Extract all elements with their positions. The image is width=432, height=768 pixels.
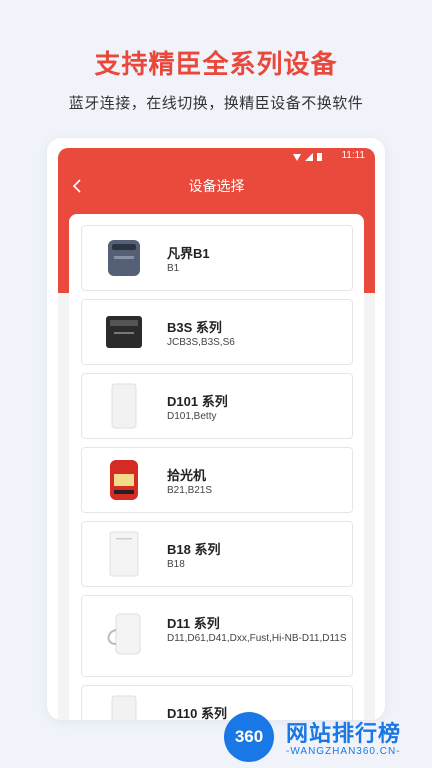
device-models: D101,Betty [167,411,217,422]
device-name: 拾光机 [167,468,207,483]
promo-subline: 蓝牙连接，在线切换，换精臣设备不换软件 [68,95,364,112]
device-item-b3s[interactable]: B3S 系列 JCB3S,B3S,S6 [81,299,353,365]
device-models: D11,D61,D41,Dxx,Fust,Hi-NB-D11,D11S [167,633,347,644]
device-item-b18[interactable]: B18 系列 B18 [81,521,353,587]
printer-thumbnail [107,613,141,655]
battery-icon [317,153,322,161]
device-name: D11 系列 [167,616,220,631]
device-name: B3S 系列 [167,320,222,335]
watermark-url: -WANGZHAN360.CN- [286,746,401,757]
device-models: B1 [167,263,180,274]
printer-thumbnail [111,695,137,720]
watermark-logo: 360 网站排行榜 -WANGZHAN360.CN- [222,704,432,766]
title-bar: 设备选择 [58,166,375,206]
device-name: D101 系列 [167,394,228,409]
app-screen: 11:11 设备选择 凡界B1 B1 B3S 系列 JCB3S,B3S,S6 D… [58,148,375,720]
device-models: B21,B21S [167,485,213,496]
device-item-d101[interactable]: D101 系列 D101,Betty [81,373,353,439]
printer-thumbnail [106,316,142,348]
status-time: 11:11 [341,150,365,161]
signal-icon [305,153,313,161]
device-list: 凡界B1 B1 B3S 系列 JCB3S,B3S,S6 D101 系列 D101… [69,214,364,720]
device-models: JCB3S,B3S,S6 [167,337,235,348]
device-item-b1[interactable]: 凡界B1 B1 [81,225,353,291]
device-item-shiguangji[interactable]: 拾光机 B21,B21S [81,447,353,513]
printer-thumbnail [110,460,138,500]
printer-thumbnail [108,240,140,276]
device-name: D110 系列 [167,706,227,720]
device-item-d11[interactable]: D11 系列 D11,D61,D41,Dxx,Fust,Hi-NB-D11,D1… [81,595,353,677]
printer-thumbnail [111,383,137,429]
device-name: 凡界B1 [167,246,210,261]
device-models: B18 [167,559,185,570]
watermark-badge: 360 [224,712,274,762]
status-icons [293,153,322,161]
status-bar: 11:11 [58,148,375,166]
device-name: B18 系列 [167,542,221,557]
printer-thumbnail [109,531,139,577]
page-title: 设备选择 [188,178,245,194]
promo-headline: 支持精臣全系列设备 [94,49,338,79]
wifi-icon [293,154,301,161]
watermark-title: 网站排行榜 [286,721,402,746]
